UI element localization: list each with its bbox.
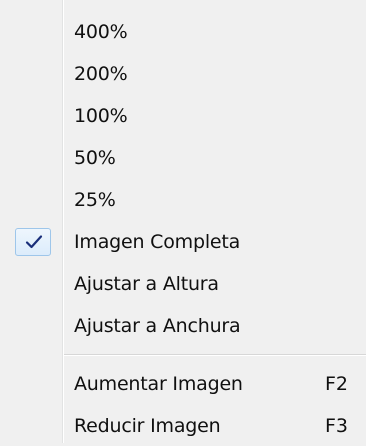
menu-item-label: 100% <box>74 105 128 127</box>
menu-item-label: Aumentar Imagen <box>74 373 243 395</box>
menu-item-zoom-in[interactable]: Aumentar Imagen F2 <box>0 364 366 404</box>
menu-item-label: 200% <box>74 63 128 85</box>
menu-item-shortcut: F3 <box>325 415 349 437</box>
menu-item-label: Imagen Completa <box>74 231 241 253</box>
zoom-context-menu: 400% 200% 100% 50% 25% Imagen Completa A… <box>0 0 366 443</box>
menu-item-zoom-out[interactable]: Reducir Imagen F3 <box>0 406 366 446</box>
menu-item-label: 50% <box>74 147 116 169</box>
menu-item-fit-height[interactable]: Ajustar a Altura <box>0 264 366 304</box>
menu-item-fit-width[interactable]: Ajustar a Anchura <box>0 306 366 346</box>
menu-item-label: 25% <box>74 189 116 211</box>
menu-item-zoom-50[interactable]: 50% <box>0 138 366 178</box>
menu-item-zoom-200[interactable]: 200% <box>0 54 366 94</box>
menu-item-zoom-400[interactable]: 400% <box>0 12 366 52</box>
menu-item-label: Ajustar a Altura <box>74 273 219 295</box>
menu-item-full-image[interactable]: Imagen Completa <box>0 222 366 262</box>
menu-item-label: 400% <box>74 21 128 43</box>
menu-item-label: Reducir Imagen <box>74 415 221 437</box>
menu-item-shortcut: F2 <box>325 373 349 395</box>
menu-item-zoom-25[interactable]: 25% <box>0 180 366 220</box>
menu-separator-highlight <box>64 355 366 356</box>
menu-item-label: Ajustar a Anchura <box>74 315 241 337</box>
menu-item-zoom-100[interactable]: 100% <box>0 96 366 136</box>
